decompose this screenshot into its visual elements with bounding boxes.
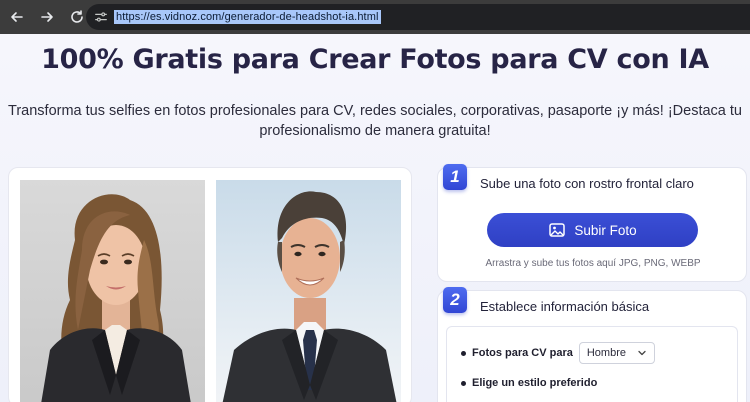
sample-photos-card [8,167,412,402]
gender-select[interactable]: Hombre [578,342,655,364]
reload-icon [71,10,83,23]
step2-badge: 2 [443,287,467,313]
sample-woman-portrait [41,194,191,402]
chevron-down-icon [637,348,647,358]
gender-select-value: Hombre [586,347,626,359]
browser-toolbar: https://es.vidnoz.com/generador-de-heads… [0,0,750,34]
gender-row: Fotos para CV para Hombre [461,342,655,364]
url-text[interactable]: https://es.vidnoz.com/generador-de-heads… [114,10,381,24]
arrow-left-icon [11,12,23,22]
sample-man-photo [216,180,401,402]
basic-info-box: Fotos para CV para Hombre Elige un estil… [446,326,738,402]
step1-title: Sube una foto con rostro frontal claro [480,176,694,191]
subtitle-line-1: Transforma tus selfies en fotos profesio… [8,103,742,119]
upload-photo-label: Subir Foto [574,222,637,238]
upload-hint: Arrastra y sube tus fotos aquí JPG, PNG,… [485,258,701,269]
address-bar[interactable]: https://es.vidnoz.com/generador-de-heads… [86,4,750,30]
subtitle-line-2: profesionalismo de manera gratuita! [259,123,491,139]
style-label: Elige un estilo preferido [472,377,598,389]
page-subtitle: Transforma tus selfies en fotos profesio… [0,101,750,141]
step1-badge: 1 [443,164,467,190]
site-settings-icon[interactable] [92,8,110,26]
arrow-right-icon [41,12,53,22]
upload-photo-button[interactable]: Subir Foto [487,213,698,247]
step2-title: Establece información básica [480,299,650,314]
page-title: 100% Gratis para Crear Fotos para CV con… [41,44,709,75]
step2-info-card: 2 Establece información básica Fotos par… [437,287,747,402]
sample-woman-photo [20,180,205,402]
gender-label: Fotos para CV para [472,347,573,359]
back-button[interactable] [4,4,30,30]
bullet-icon [461,380,466,386]
page-content: 100% Gratis para Crear Fotos para CV con… [0,34,750,402]
sample-man-portrait [222,191,397,402]
step1-upload-card: 1 Sube una foto con rostro frontal claro… [437,164,747,282]
image-upload-icon [548,221,566,239]
bullet-icon [461,350,466,356]
forward-button[interactable] [34,4,60,30]
style-row: Elige un estilo preferido [461,377,597,389]
